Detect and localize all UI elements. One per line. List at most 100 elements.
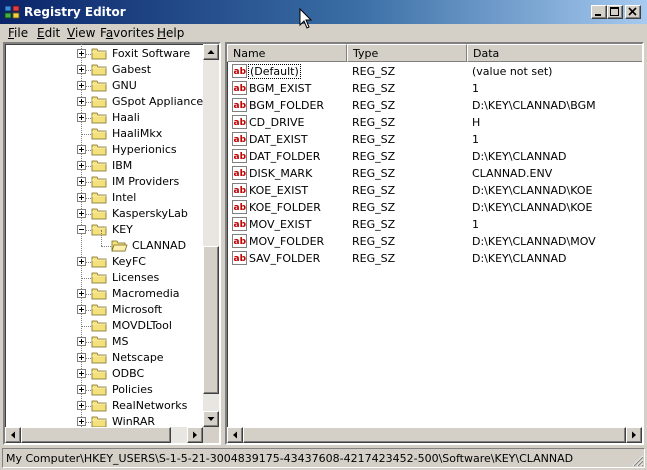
tree-item-gabest[interactable]: Gabest bbox=[5, 62, 203, 78]
tree-item-realnetworks[interactable]: RealNetworks bbox=[5, 398, 203, 414]
expand-plus-icon[interactable] bbox=[77, 145, 86, 154]
expand-plus-icon[interactable] bbox=[77, 289, 86, 298]
tree-item-kasperskylab[interactable]: KasperskyLab bbox=[5, 206, 203, 222]
tree-item-foxit-software[interactable]: Foxit Software bbox=[5, 46, 203, 62]
expand-plus-icon[interactable] bbox=[77, 113, 86, 122]
expand-plus-icon[interactable] bbox=[77, 385, 86, 394]
expand-plus-icon[interactable] bbox=[77, 81, 86, 90]
value-row[interactable]: ab (Default) REG_SZ (value not set) bbox=[227, 63, 642, 80]
open-folder-icon bbox=[111, 240, 128, 252]
column-header-data[interactable]: Data bbox=[467, 44, 642, 62]
tree-hscroll-thumb[interactable] bbox=[21, 427, 171, 443]
close-button[interactable] bbox=[625, 5, 641, 19]
tree-item-key[interactable]: KEY bbox=[5, 222, 203, 238]
expand-plus-icon[interactable] bbox=[77, 193, 86, 202]
menu-file[interactable]: File bbox=[8, 26, 28, 40]
tree-item-netscape[interactable]: Netscape bbox=[5, 350, 203, 366]
value-row[interactable]: ab DISK_MARK REG_SZ CLANNAD.ENV bbox=[227, 165, 642, 182]
tree-item-licenses[interactable]: Licenses bbox=[5, 270, 203, 286]
tree-scroll-up-button[interactable] bbox=[203, 44, 219, 60]
expand-plus-icon[interactable] bbox=[77, 257, 86, 266]
menu-view[interactable]: View bbox=[67, 26, 95, 40]
value-row[interactable]: ab MOV_FOLDER REG_SZ D:\KEY\CLANNAD\MOV bbox=[227, 233, 642, 250]
folder-icon bbox=[91, 368, 107, 380]
menu-favorites[interactable]: Favorites bbox=[100, 26, 154, 40]
expand-plus-icon[interactable] bbox=[77, 97, 86, 106]
menu-edit[interactable]: Edit bbox=[37, 26, 60, 40]
tree-item-haali[interactable]: Haali bbox=[5, 110, 203, 126]
menu-help[interactable]: Help bbox=[157, 26, 184, 40]
column-header-type[interactable]: Type bbox=[347, 44, 467, 62]
tree-item-policies[interactable]: Policies bbox=[5, 382, 203, 398]
folder-icon bbox=[91, 352, 107, 364]
value-row[interactable]: ab SAV_FOLDER REG_SZ D:\KEY\CLANNAD bbox=[227, 250, 642, 267]
tree-item-gnu[interactable]: GNU bbox=[5, 78, 203, 94]
expand-plus-icon[interactable] bbox=[77, 65, 86, 74]
list-hscroll-thumb[interactable] bbox=[243, 427, 626, 443]
ab-string-value-icon: ab bbox=[232, 132, 247, 146]
tree-item-ibm[interactable]: IBM bbox=[5, 158, 203, 174]
registry-key-tree[interactable]: Foxit Software Gabest GNU GSpot Appliance C… bbox=[3, 42, 221, 445]
expand-plus-icon[interactable] bbox=[77, 161, 86, 170]
tree-item-label: Hyperionics bbox=[112, 143, 177, 156]
tree-item-gspot-appliance-co[interactable]: GSpot Appliance Co bbox=[5, 94, 219, 110]
collapse-minus-icon[interactable] bbox=[77, 225, 86, 234]
expand-plus-icon[interactable] bbox=[77, 177, 86, 186]
expand-plus-icon[interactable] bbox=[77, 417, 86, 426]
value-row[interactable]: ab DAT_FOLDER REG_SZ D:\KEY\CLANNAD bbox=[227, 148, 642, 165]
folder-icon bbox=[91, 128, 107, 140]
tree-item-im-providers[interactable]: IM Providers bbox=[5, 174, 203, 190]
tree-scroll-thumb[interactable] bbox=[203, 246, 219, 394]
value-row[interactable]: ab KOE_EXIST REG_SZ D:\KEY\CLANNAD\KOE bbox=[227, 182, 642, 199]
arrow-right-icon bbox=[193, 431, 197, 439]
resize-grip-icon[interactable] bbox=[630, 453, 644, 467]
tree-item-label: Intel bbox=[112, 191, 137, 204]
value-row[interactable]: ab BGM_EXIST REG_SZ 1 bbox=[227, 80, 642, 97]
tree-item-odbc[interactable]: ODBC bbox=[5, 366, 203, 382]
value-row[interactable]: ab BGM_FOLDER REG_SZ D:\KEY\CLANNAD\BGM bbox=[227, 97, 642, 114]
list-scroll-left-button[interactable] bbox=[227, 427, 243, 443]
tree-item-microsoft[interactable]: Microsoft bbox=[5, 302, 203, 318]
tree-item-macromedia[interactable]: Macromedia bbox=[5, 286, 203, 302]
expand-plus-icon[interactable] bbox=[77, 209, 86, 218]
folder-icon bbox=[91, 192, 107, 204]
tree-item-hyperionics[interactable]: Hyperionics bbox=[5, 142, 203, 158]
list-horizontal-scrollbar[interactable] bbox=[227, 427, 642, 443]
minimize-button[interactable] bbox=[591, 5, 607, 19]
expand-plus-icon[interactable] bbox=[77, 353, 86, 362]
tree-scroll-right-button[interactable] bbox=[187, 427, 203, 443]
value-type: REG_SZ bbox=[352, 201, 396, 214]
expand-plus-icon[interactable] bbox=[77, 369, 86, 378]
tree-item-movdltool[interactable]: MOVDLTool bbox=[5, 318, 203, 334]
tree-item-clannad[interactable]: CLANNAD bbox=[5, 230, 203, 254]
tree-item-ms[interactable]: MS bbox=[5, 334, 203, 350]
value-row[interactable]: ab CD_DRIVE REG_SZ H bbox=[227, 114, 642, 131]
svg-text:ab: ab bbox=[234, 254, 247, 264]
tree-scroll-down-button[interactable] bbox=[203, 411, 219, 427]
list-scroll-right-button[interactable] bbox=[626, 427, 642, 443]
folder-icon bbox=[91, 48, 107, 60]
ab-string-value-icon: ab bbox=[232, 234, 247, 248]
value-row[interactable]: ab KOE_FOLDER REG_SZ D:\KEY\CLANNAD\KOE bbox=[227, 199, 642, 216]
value-type: REG_SZ bbox=[352, 252, 396, 265]
expand-plus-icon[interactable] bbox=[77, 337, 86, 346]
tree-horizontal-scrollbar[interactable] bbox=[5, 427, 203, 443]
value-name: MOV_EXIST bbox=[249, 218, 312, 231]
expand-plus-icon[interactable] bbox=[77, 49, 86, 58]
tree-item-intel[interactable]: Intel bbox=[5, 190, 203, 206]
folder-icon bbox=[91, 112, 107, 124]
tree-scroll-left-button[interactable] bbox=[5, 427, 21, 443]
value-row[interactable]: ab DAT_EXIST REG_SZ 1 bbox=[227, 131, 642, 148]
value-row[interactable]: ab MOV_EXIST REG_SZ 1 bbox=[227, 216, 642, 233]
menu-help-mnemonic: H bbox=[157, 26, 167, 40]
registry-values-list[interactable]: Name Type Data ab (Default) REG_SZ (value n… bbox=[225, 42, 644, 445]
tree-item-haalimkx[interactable]: HaaliMkx bbox=[5, 126, 203, 142]
tree-vertical-scrollbar[interactable] bbox=[203, 44, 219, 427]
expand-plus-icon[interactable] bbox=[77, 401, 86, 410]
column-header-name[interactable]: Name bbox=[227, 44, 347, 62]
folder-icon bbox=[91, 288, 107, 300]
maximize-button[interactable] bbox=[607, 5, 623, 19]
tree-item-keyfc[interactable]: KeyFC bbox=[5, 254, 203, 270]
title-bar[interactable]: Registry Editor bbox=[0, 0, 647, 24]
expand-plus-icon[interactable] bbox=[77, 305, 86, 314]
